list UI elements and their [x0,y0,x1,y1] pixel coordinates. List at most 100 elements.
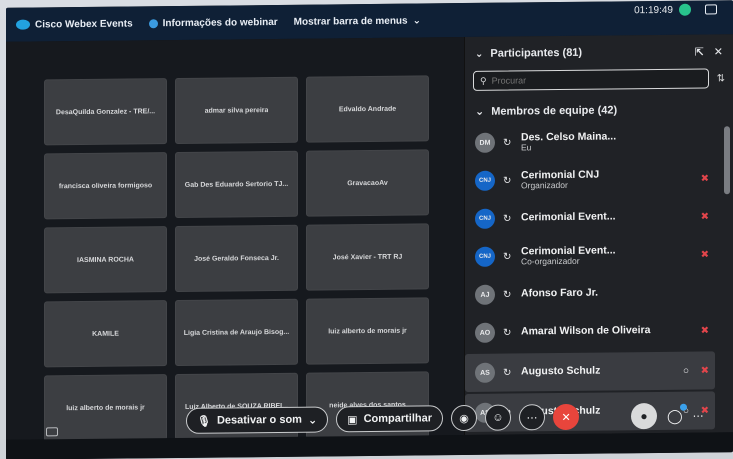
share-label: Compartilhar [363,412,433,426]
search-input[interactable] [491,74,642,86]
collapse-chevron-icon[interactable]: ⌄ [475,48,483,59]
mic-muted-icon[interactable]: ✖ [701,365,709,376]
participant-name: Augusto Schulz [521,364,601,378]
section-title: Membros de equipe (42) [491,103,618,118]
mic-muted-icon[interactable]: ✖ [701,211,709,222]
participant-name: Afonso Faro Jr. [521,286,599,300]
connection-status-icon: ↻ [503,289,512,301]
record-button[interactable]: ◉ [451,404,478,432]
search-box: ⚲ [473,68,709,91]
layout-icon[interactable] [46,427,58,437]
chat-bubble-icon[interactable]: ○ [683,365,689,376]
participant-row[interactable]: AS ↻ Augusto Schulz ○ ✖ [465,351,715,392]
ellipsis-icon: ⋯ [526,411,538,424]
connection-status-icon: ↻ [503,137,512,149]
participant-list: DM ↻ Des. Celso Maina... Eu CNJ ↻ Cerimonial C… [465,121,733,432]
emoji-icon: ☺ [492,411,504,424]
sort-icon[interactable]: ⇅ [717,73,725,84]
mute-label: Desativar o som [216,413,302,427]
tile-participant-name: DesaQuilda Gonzalez - TRE/... [55,107,156,116]
video-tile[interactable]: francisca oliveira formigoso [44,152,167,220]
webinar-info-label: Informações do webinar [162,16,278,29]
participant-row[interactable]: AO ↻ Amaral Wilson de Oliveira ✖ [465,311,715,352]
reactions-button[interactable]: ☺ [485,404,512,431]
video-tile[interactable]: GravacaoAv [306,149,429,217]
participant-name: Cerimonial Event... [521,210,616,224]
avatar: CNJ [475,246,495,267]
avatar: AJ [475,284,495,305]
tile-participant-name: KAMILE [92,330,119,338]
tile-participant-name: José Geraldo Fonseca Jr. [194,254,279,263]
panel-controls: ● ◯ ⋯ [631,402,704,430]
window-mode-icon[interactable] [705,4,717,15]
meeting-controls: 🎙 Desativar o som ⌄ ▣ Compartilhar ◉ ☺ ⋯… [186,403,580,434]
info-icon [148,18,158,28]
video-tile[interactable]: KAMILE [44,300,167,368]
video-tile[interactable]: Ligia Cristina de Araujo Bisog... [175,298,298,367]
more-panels-icon[interactable]: ⋯ [693,409,704,422]
connection-status-icon: ↻ [503,251,512,263]
video-tile[interactable]: Gab Des Eduardo Sertorio TJ... [175,150,298,219]
section-chevron-icon: ⌄ [475,105,485,118]
team-members-section[interactable]: ⌄ Membros de equipe (42) [465,88,733,124]
close-icon: ✕ [561,411,571,424]
tile-participant-name: GravacaoAv [347,179,388,187]
close-icon[interactable]: ✕ [714,45,723,58]
mic-muted-icon[interactable]: ✖ [701,249,709,260]
connection-status-icon: ↻ [503,213,512,225]
microphone-icon: 🎙 [197,415,211,428]
participant-row[interactable]: DM ↻ Des. Celso Maina... Eu [465,121,715,162]
video-tile[interactable]: admar silva pereira [175,76,298,145]
connection-status-icon: ↻ [503,327,512,339]
participant-row[interactable]: CNJ ↻ Cerimonial Event... Co-organizador ✖ [465,235,715,276]
tile-participant-name: luiz alberto de morais jr [328,327,407,335]
share-button[interactable]: ▣ Compartilhar [336,405,444,433]
video-tile[interactable]: luiz alberto de morais jr [44,374,167,442]
timer-area: 01:19:49 [634,0,717,19]
show-menu-bar-toggle[interactable]: Mostrar barra de menus ⌄ [294,15,421,27]
webinar-info-menu[interactable]: Informações do webinar [148,16,278,29]
avatar: CNJ [475,170,495,191]
tile-participant-name: Gab Des Eduardo Sertorio TJ... [184,180,289,189]
video-tile[interactable]: Edvaldo Andrade [306,75,429,143]
app-name: Cisco Webex Events [35,17,133,31]
notification-dot [679,403,687,411]
participant-name: Amaral Wilson de Oliveira [521,324,651,338]
avatar: AS [475,362,495,383]
more-options-button[interactable]: ⋯ [519,404,546,431]
video-tile[interactable]: IASMINA ROCHA [44,226,167,294]
participant-row[interactable]: CNJ ↻ Cerimonial Event... ✖ [465,197,715,238]
mic-muted-icon[interactable]: ✖ [701,173,709,184]
video-tile[interactable]: luiz alberto de morais jr [306,297,429,365]
tile-participant-name: admar silva pereira [204,106,269,115]
record-icon: ◉ [459,412,469,425]
video-tile[interactable]: José Xavier - TRT RJ [306,223,429,291]
share-screen-icon: ▣ [347,413,358,426]
app-menu[interactable]: Cisco Webex Events [16,18,133,30]
panel-header: ⌄ Participantes (81) ⇱ ✕ [465,34,733,71]
chat-icon[interactable]: ◯ [667,403,687,424]
video-stage: DesaQuilda Gonzalez - TRE/... admar silva… [6,37,464,442]
participant-name: Des. Celso Maina... [521,129,617,143]
mic-muted-icon[interactable]: ✖ [701,325,709,336]
avatar: CNJ [475,208,495,229]
popout-icon[interactable]: ⇱ [695,45,704,58]
video-tile[interactable]: José Geraldo Fonseca Jr. [175,224,298,293]
tile-participant-name: francisca oliveira formigoso [58,181,153,190]
meeting-timer: 01:19:49 [634,4,673,16]
panel-scrollbar[interactable] [724,126,730,195]
participant-role: Co-organizador [521,255,580,267]
tile-participant-name: Ligia Cristina de Araujo Bisog... [183,328,290,337]
avatar: AO [475,322,495,343]
chevron-down-icon: ⌄ [412,14,421,27]
video-tile[interactable]: DesaQuilda Gonzalez - TRE/... [44,78,167,146]
mute-button[interactable]: 🎙 Desativar o som ⌄ [186,406,329,434]
tile-participant-name: luiz alberto de morais jr [66,403,145,412]
participant-row[interactable]: AJ ↻ Afonso Faro Jr. [465,273,715,314]
participants-toggle-icon[interactable]: ● [631,402,657,430]
panel-title: Participantes (81) [490,46,583,60]
connection-status-icon: ↻ [503,367,512,379]
menu-toggle-label: Mostrar barra de menus [293,15,408,28]
leave-meeting-button[interactable]: ✕ [553,403,580,431]
participant-row[interactable]: CNJ ↻ Cerimonial CNJ Organizador ✖ [465,159,715,200]
